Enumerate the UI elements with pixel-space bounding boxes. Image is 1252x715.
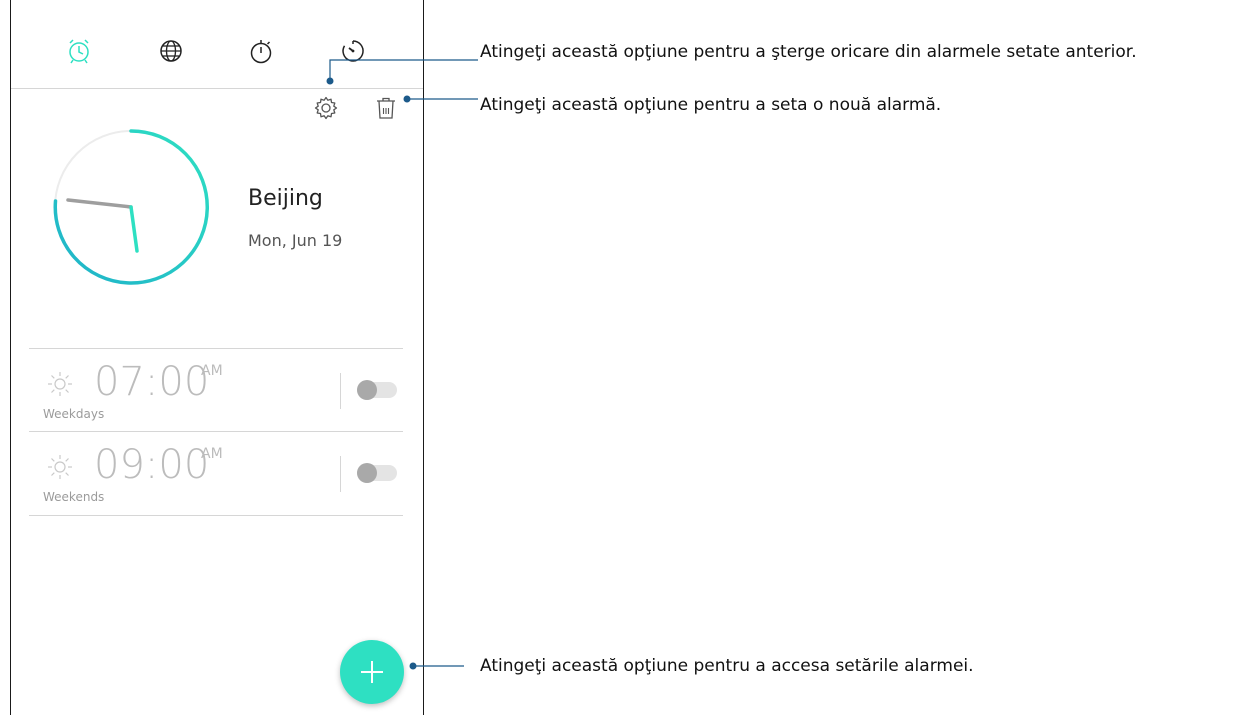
tab-divider: [11, 88, 423, 89]
toggle-knob: [357, 380, 377, 400]
tab-stopwatch[interactable]: [243, 33, 279, 69]
alarm-toggle[interactable]: [357, 463, 397, 483]
settings-button[interactable]: [311, 93, 341, 123]
tab-bar: [11, 33, 423, 69]
analog-clock: [53, 129, 209, 285]
timer-icon: [342, 40, 364, 62]
tab-alarm[interactable]: [61, 33, 97, 69]
callout-text-top: Atingeţi această opţiune pentru a şterge…: [480, 42, 1137, 62]
callout-text-bottom: Atingeţi această opţiune pentru a accesa…: [480, 656, 974, 676]
sun-icon: [48, 455, 72, 479]
alarm-time: 09:00: [94, 442, 210, 488]
alarm-item[interactable]: 07:00 AM Weekdays: [29, 348, 403, 432]
delete-button[interactable]: [371, 93, 401, 123]
globe-icon: [160, 40, 182, 62]
gear-icon: [314, 96, 338, 120]
callout-text-middle: Atingeţi această opţiune pentru a seta o…: [480, 95, 942, 115]
city-date: Mon, Jun 19: [248, 231, 343, 250]
alarm-ampm: AM: [201, 446, 223, 462]
divider: [340, 373, 341, 409]
toggle-knob: [357, 463, 377, 483]
stopwatch-icon: [250, 40, 272, 64]
alarm-clock-icon: [69, 39, 89, 64]
add-alarm-button[interactable]: [340, 640, 404, 704]
alarm-repeat: Weekdays: [43, 407, 105, 421]
alarm-item[interactable]: 09:00 AM Weekends: [29, 431, 403, 516]
sun-icon: [48, 372, 72, 396]
plus-icon: [361, 661, 383, 683]
phone-screen: Beijing Mon, Jun 19 07:00 AM Weekdays 09…: [10, 0, 424, 715]
alarm-toggle[interactable]: [357, 380, 397, 400]
tab-world-clock[interactable]: [153, 33, 189, 69]
alarm-repeat: Weekends: [43, 490, 105, 504]
city-name: Beijing: [248, 186, 323, 211]
tab-timer[interactable]: [335, 33, 371, 69]
divider: [340, 456, 341, 492]
alarm-time: 07:00: [94, 359, 210, 405]
trash-icon: [377, 97, 395, 119]
alarm-ampm: AM: [201, 363, 223, 379]
